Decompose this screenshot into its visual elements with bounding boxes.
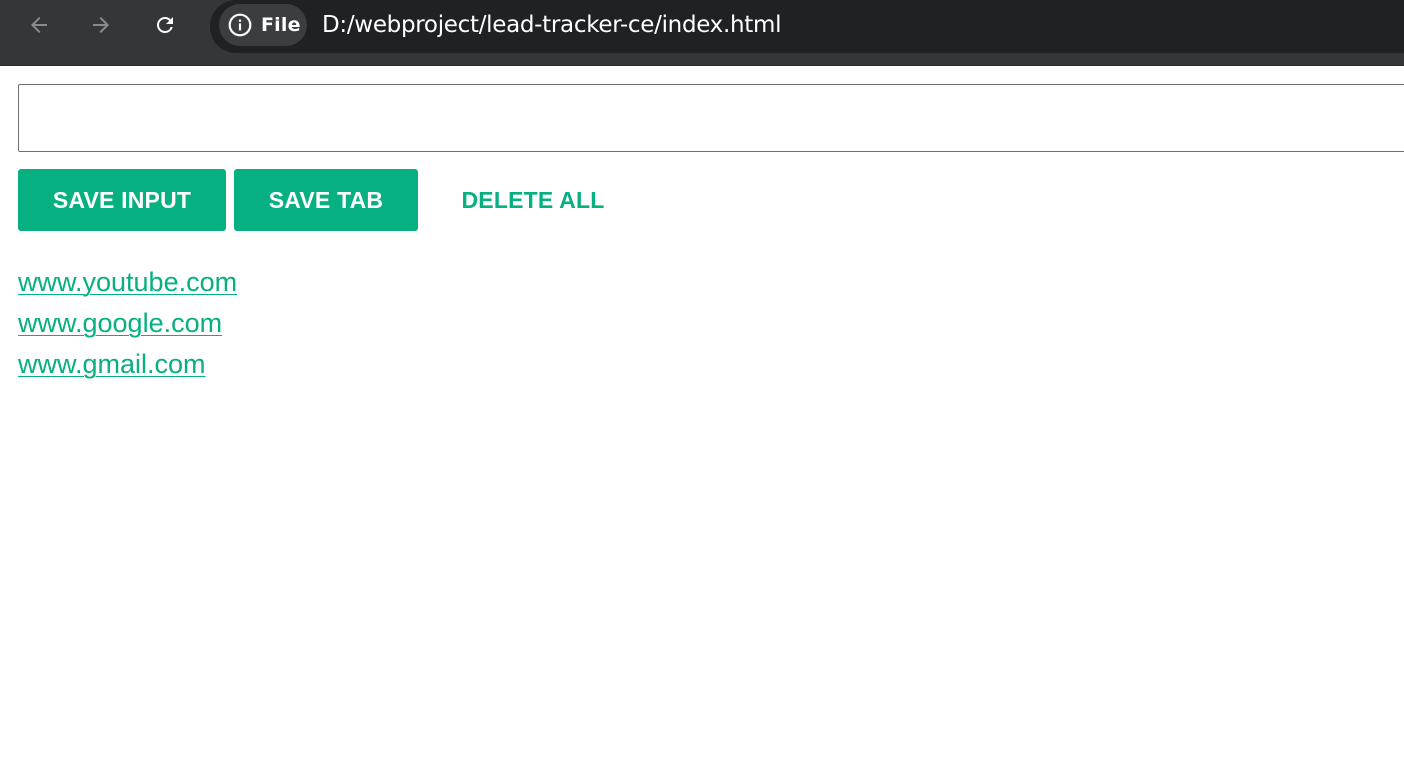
browser-toolbar: File D:/webproject/lead-tracker-ce/index… (0, 0, 1404, 66)
back-button[interactable] (21, 7, 57, 43)
info-circle-icon (228, 13, 252, 37)
reload-icon (157, 17, 173, 33)
page-content: SAVE INPUT SAVE TAB DELETE ALL www.youtu… (0, 66, 1404, 767)
delete-all-button[interactable]: DELETE ALL (434, 169, 632, 231)
url-text[interactable]: D:/webproject/lead-tracker-ce/index.html (322, 10, 782, 40)
arrow-left-icon (31, 17, 47, 33)
forward-button[interactable] (83, 7, 119, 43)
leads-list: www.youtube.com www.google.com www.gmail… (18, 262, 237, 385)
site-info-chip[interactable]: File (219, 4, 307, 46)
arrow-right-icon (93, 17, 109, 33)
lead-link[interactable]: www.google.com (18, 308, 222, 338)
reload-button[interactable] (147, 7, 183, 43)
address-bar[interactable]: File D:/webproject/lead-tracker-ce/index… (210, 0, 1404, 53)
toolbar-divider (0, 53, 1404, 66)
lead-input-field[interactable] (18, 84, 1404, 152)
lead-link[interactable]: www.youtube.com (18, 267, 237, 297)
list-item: www.gmail.com (18, 344, 237, 385)
site-chip-label: File (261, 14, 301, 36)
save-input-button[interactable]: SAVE INPUT (18, 169, 226, 231)
list-item: www.google.com (18, 303, 237, 344)
lead-link[interactable]: www.gmail.com (18, 349, 206, 379)
save-tab-button[interactable]: SAVE TAB (234, 169, 418, 231)
list-item: www.youtube.com (18, 262, 237, 303)
